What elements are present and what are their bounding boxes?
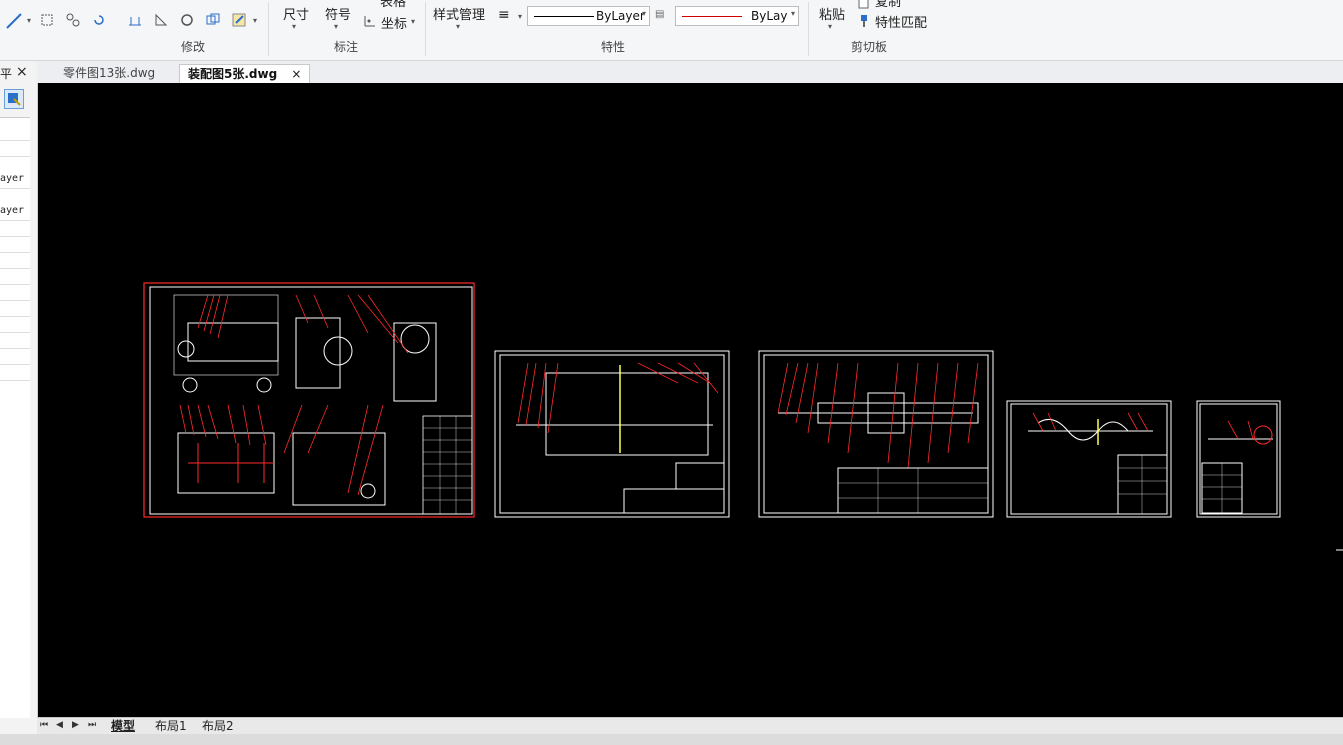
- match-properties-icon: [861, 15, 867, 27]
- drawing-canvas[interactable]: [38, 83, 1343, 717]
- edit-dropdown[interactable]: ▾: [253, 16, 257, 25]
- drawing-sheet-4[interactable]: [1006, 400, 1172, 518]
- annotate-group-label: 标注: [334, 40, 359, 54]
- symbol-button[interactable]: 符号: [325, 4, 351, 23]
- line-tool-icon[interactable]: [5, 12, 23, 30]
- region-icon[interactable]: [154, 13, 168, 27]
- line-tool-dropdown[interactable]: ▾: [27, 16, 31, 25]
- panel-close-icon[interactable]: ×: [16, 64, 28, 80]
- drawing-sheet-3[interactable]: [758, 350, 994, 518]
- match-properties-button[interactable]: 特性匹配: [875, 12, 927, 31]
- linetype-list-icon[interactable]: ≡: [498, 7, 510, 23]
- coordinate-button[interactable]: 坐标: [381, 13, 407, 32]
- properties-side-panel: 平 × ayer ayer: [0, 61, 38, 745]
- properties-group-label: 特性: [601, 40, 626, 54]
- lineweight-combo[interactable]: ByLay ▾: [675, 6, 799, 26]
- tab-close-icon[interactable]: ×: [291, 67, 301, 81]
- drawing-sheet-5[interactable]: [1196, 400, 1281, 518]
- panel-pin-icon[interactable]: 平: [0, 65, 12, 82]
- drawing-sheet-1[interactable]: [143, 282, 475, 518]
- quick-select-icon[interactable]: [4, 89, 24, 109]
- prev-layout-icon[interactable]: ◀: [56, 720, 63, 730]
- doc-tab-parts[interactable]: 零件图13张.dwg: [55, 64, 163, 83]
- property-list: ayer ayer: [0, 117, 30, 718]
- doc-tab-assembly[interactable]: 装配图5张.dwg ×: [179, 64, 311, 84]
- table-button[interactable]: 表格: [380, 0, 406, 10]
- tab-layout2[interactable]: 布局2: [202, 718, 234, 734]
- layer-value[interactable]: ayer: [0, 173, 24, 184]
- dimension-button[interactable]: 尺寸: [283, 4, 309, 23]
- first-layout-icon[interactable]: ⏮: [40, 720, 48, 730]
- tab-model[interactable]: 模型: [111, 718, 135, 734]
- drawing-sheet-2[interactable]: [494, 350, 730, 518]
- drawing-sheets: [143, 282, 1343, 551]
- dim-linear-icon[interactable]: [128, 13, 142, 27]
- linetype-value[interactable]: ayer: [0, 205, 24, 216]
- tab-layout1[interactable]: 布局1: [155, 718, 187, 734]
- rotate-icon[interactable]: [92, 13, 106, 27]
- document-tab-bar: 零件图13张.dwg 装配图5张.dwg ×: [37, 61, 1343, 84]
- modify-group-label: 修改: [181, 40, 206, 54]
- last-layout-icon[interactable]: ⏭: [88, 720, 96, 730]
- move-icon[interactable]: [40, 13, 54, 27]
- array-icon[interactable]: [66, 13, 80, 27]
- copy-icon: [858, 0, 869, 9]
- command-line-strip: [0, 734, 1343, 745]
- offset-icon[interactable]: [206, 13, 220, 27]
- next-layout-icon[interactable]: ▶: [72, 720, 79, 730]
- paste-button[interactable]: 粘贴: [819, 4, 845, 23]
- lineweight-icon: ▤: [655, 9, 665, 20]
- circle-icon[interactable]: [180, 13, 194, 27]
- coordinate-icon: [364, 16, 375, 27]
- clipboard-group-label: 剪切板: [851, 40, 888, 54]
- ribbon: ▾ ▾ 修改 尺寸 ▾ 符号 ▾ 表格 坐标 ▾ 标注 样式管理 ▾ ≡ ▾ B…: [0, 0, 1343, 61]
- linetype-combo[interactable]: ByLayer ▾: [527, 6, 650, 26]
- style-manager-button[interactable]: 样式管理: [433, 4, 485, 23]
- edit-icon[interactable]: [232, 13, 246, 27]
- layout-tab-bar: ⏮ ◀ ▶ ⏭ 模型 布局1 布局2: [37, 717, 1343, 735]
- copy-button[interactable]: 复制: [875, 0, 901, 10]
